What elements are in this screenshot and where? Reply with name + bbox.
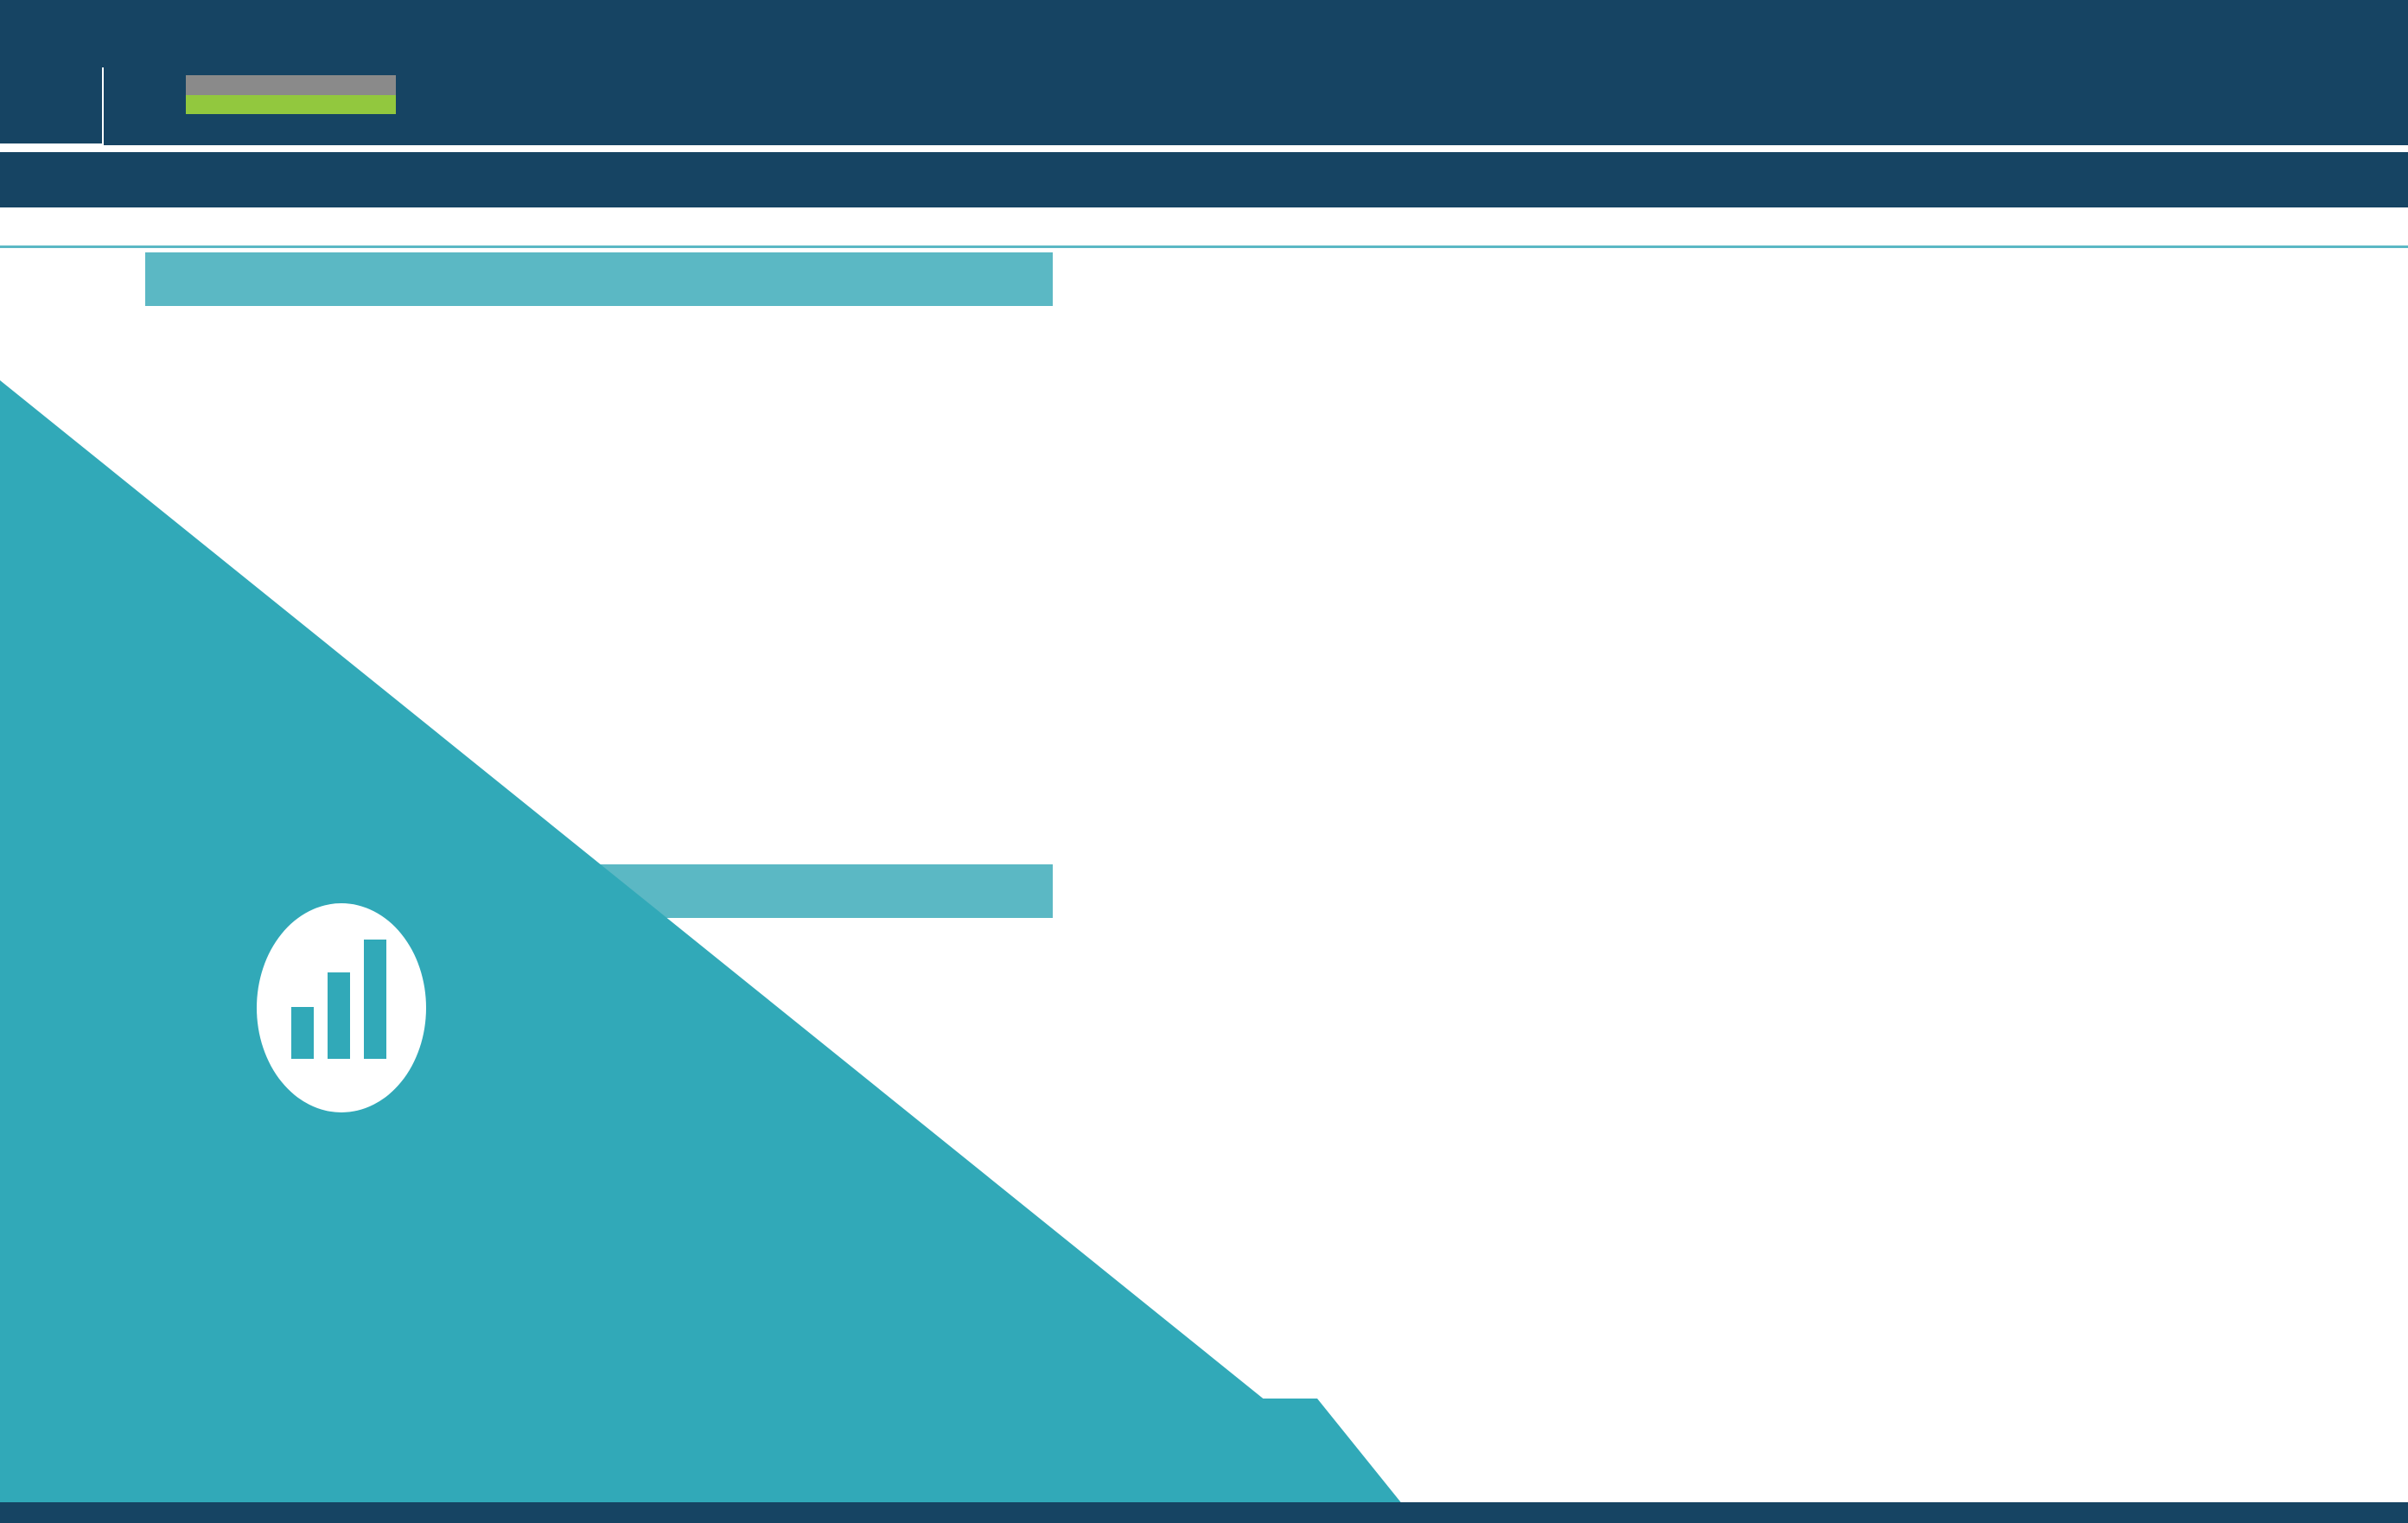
tab-check-labels <box>3 111 69 124</box>
nav-item-dashboard[interactable] <box>31 181 463 203</box>
section-divider <box>0 245 2408 248</box>
app-header <box>0 0 2408 145</box>
chart-revenue-comparison <box>1080 256 1685 783</box>
chart-net-assets-comparison <box>1694 875 2299 1385</box>
variance-table-primary <box>145 252 1053 306</box>
chart-total-assets-comparison <box>1106 875 1711 1385</box>
logo-chart-icon <box>257 903 426 1112</box>
link-to-front-sheet-button[interactable] <box>186 75 396 95</box>
projectify-logo <box>0 903 683 1138</box>
logo-bar-3 <box>364 940 386 1059</box>
nav-item-dashboard-workings[interactable] <box>31 157 463 180</box>
logo-bar-1 <box>291 1007 314 1059</box>
section-navigation-bar <box>0 152 2408 207</box>
tab-check-values <box>7 90 73 104</box>
table-header <box>145 252 1053 306</box>
status-badge-alerts <box>186 95 396 114</box>
chart-net-profit-comparison <box>1690 259 2312 787</box>
tab-check-panel <box>0 67 104 145</box>
logo-bar-2 <box>328 972 350 1059</box>
section-heading <box>86 221 121 236</box>
